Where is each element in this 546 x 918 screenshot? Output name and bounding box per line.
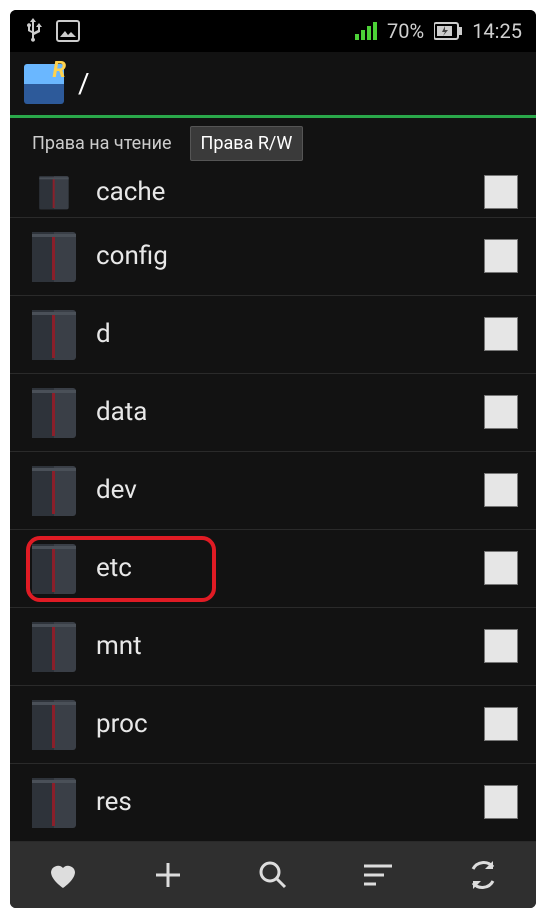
folder-icon [28, 616, 80, 676]
bottom-toolbar [10, 842, 536, 908]
image-icon [56, 20, 80, 42]
tab-read-only[interactable]: Права на чтение [22, 127, 182, 160]
battery-icon [434, 22, 462, 40]
folder-icon [28, 772, 80, 832]
search-button[interactable] [257, 859, 289, 891]
sort-button[interactable] [362, 862, 394, 888]
permission-tabs: Права на чтение Права R/W [10, 118, 536, 168]
folder-icon [28, 460, 80, 520]
file-row-res[interactable]: res [10, 764, 536, 842]
app-bar: / [10, 52, 536, 118]
file-checkbox[interactable] [484, 473, 518, 507]
file-checkbox[interactable] [484, 175, 518, 209]
folder-icon [28, 694, 80, 754]
file-name-label: cache [96, 177, 468, 207]
file-row-data[interactable]: data [10, 374, 536, 452]
file-name-label: mnt [96, 631, 468, 661]
clock-text: 14:25 [472, 19, 522, 43]
favorites-button[interactable] [47, 860, 79, 890]
add-button[interactable] [152, 859, 184, 891]
file-row-cache[interactable]: cache [10, 168, 536, 218]
app-icon[interactable] [24, 64, 64, 104]
file-list: cache config d data dev etc mnt proc res [10, 168, 536, 842]
file-name-label: dev [96, 475, 468, 505]
folder-icon [28, 226, 80, 286]
file-checkbox[interactable] [484, 785, 518, 819]
file-row-mnt[interactable]: mnt [10, 608, 536, 686]
file-checkbox[interactable] [484, 317, 518, 351]
file-name-label: d [96, 319, 468, 349]
file-checkbox[interactable] [484, 551, 518, 585]
file-name-label: proc [96, 709, 468, 739]
file-checkbox[interactable] [484, 707, 518, 741]
path-breadcrumb[interactable]: / [78, 67, 90, 100]
signal-icon [355, 22, 377, 40]
refresh-button[interactable] [467, 859, 499, 891]
status-bar: 70% 14:25 [10, 10, 536, 52]
battery-percent: 70% [387, 19, 424, 43]
file-row-config[interactable]: config [10, 218, 536, 296]
folder-icon [28, 538, 80, 598]
folder-icon [28, 304, 80, 364]
tab-rw[interactable]: Права R/W [190, 126, 304, 161]
folder-icon [28, 382, 80, 442]
folder-icon [28, 172, 80, 212]
file-row-etc[interactable]: etc [10, 530, 536, 608]
file-name-label: config [96, 241, 468, 271]
file-name-label: data [96, 397, 468, 427]
file-checkbox[interactable] [484, 629, 518, 663]
file-row-proc[interactable]: proc [10, 686, 536, 764]
file-name-label: res [96, 787, 468, 817]
file-row-d[interactable]: d [10, 296, 536, 374]
usb-icon [24, 18, 42, 44]
file-row-dev[interactable]: dev [10, 452, 536, 530]
file-name-label: etc [96, 553, 468, 583]
file-checkbox[interactable] [484, 239, 518, 273]
file-checkbox[interactable] [484, 395, 518, 429]
